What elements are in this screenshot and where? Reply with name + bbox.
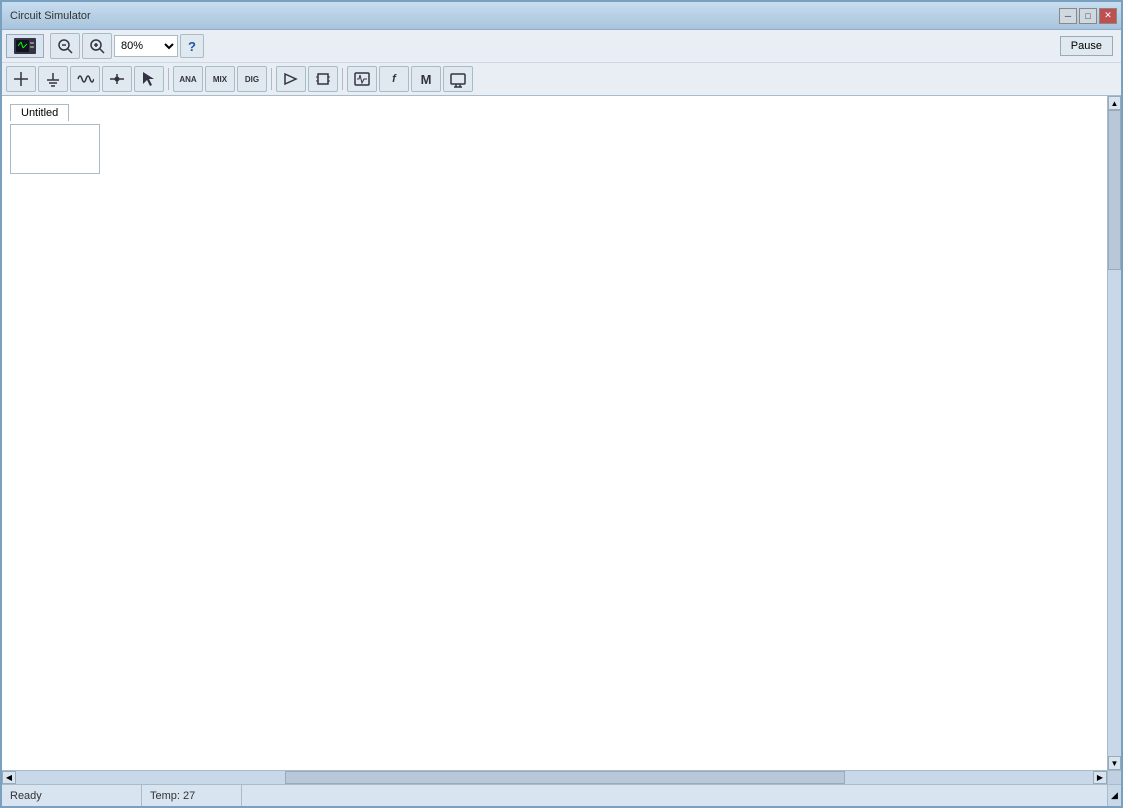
zoom-out-button[interactable] [50,33,80,59]
zoom-in-button[interactable] [82,33,112,59]
help-button[interactable]: ? [180,34,204,58]
toolbar-area: 80% 50% 60% 70% 90% 100% 125% 150% 200% … [2,30,1121,96]
ground-button[interactable] [38,66,68,92]
signal-source-button[interactable] [70,66,100,92]
hscroll-track[interactable] [16,771,1093,784]
analog-label: ANA [179,75,196,84]
digital-label: DIG [245,75,259,84]
display-button[interactable] [443,66,473,92]
mixed-button[interactable]: MIX [205,66,235,92]
vscroll-down-button[interactable]: ▼ [1108,756,1121,770]
hscroll-right-button[interactable]: ▶ [1093,771,1107,784]
add-wire-button[interactable] [6,66,36,92]
gate-icon [282,70,300,88]
signal-icon [76,70,94,88]
zoom-select[interactable]: 80% 50% 60% 70% 90% 100% 125% 150% 200% [114,35,178,57]
main-area: ⊕ ↔ Untitled ▲ ▼ [2,96,1121,784]
chip-button[interactable] [308,66,338,92]
toolbar-separator-2 [271,68,272,90]
func-button[interactable]: f [379,66,409,92]
title-bar-left: Circuit Simulator [6,10,91,22]
status-ready: Ready [2,785,142,806]
chip-icon [314,70,332,88]
main-window: Circuit Simulator ─ □ ✕ [0,0,1123,808]
toolbar-separator-1 [168,68,169,90]
node-icon [108,70,126,88]
hscroll-left-button[interactable]: ◀ [2,771,16,784]
digital-button[interactable]: DIG [237,66,267,92]
ground-icon [44,70,62,88]
display-icon [449,70,467,88]
app-title: Circuit Simulator [10,10,91,22]
status-bar: Ready Temp: 27 ◢ [2,784,1121,806]
toolbar-separator-3 [342,68,343,90]
canvas-tab[interactable]: Untitled [10,104,69,121]
scope-icon[interactable] [6,34,44,58]
oscilloscope-svg [14,38,36,54]
close-button[interactable]: ✕ [1099,8,1117,24]
title-bar-controls: ─ □ ✕ [1059,8,1117,24]
mixed-label: MIX [213,75,227,84]
node-button[interactable] [102,66,132,92]
scope-button[interactable] [347,66,377,92]
toolbar-row1: 80% 50% 60% 70% 90% 100% 125% 150% 200% … [2,30,1121,63]
func-label: f [392,73,396,85]
status-temp: Temp: 27 [142,785,242,806]
canvas-surface[interactable]: Untitled [2,96,1107,770]
restore-button[interactable]: □ [1079,8,1097,24]
canvas-panel [10,124,100,174]
scope-wave-icon [353,70,371,88]
measure-label: M [421,72,432,87]
vertical-scrollbar[interactable]: ▲ ▼ [1107,96,1121,770]
canvas-background[interactable]: Untitled [2,96,1107,770]
pause-button[interactable]: Pause [1060,36,1113,56]
vscroll-up-button[interactable]: ▲ [1108,96,1121,110]
status-resize-handle[interactable]: ◢ [1107,785,1121,806]
zoom-in-icon [89,38,105,54]
hscroll-thumb[interactable] [285,771,845,784]
temp-value: 27 [183,790,195,802]
zoom-out-icon [57,38,73,54]
gate-button[interactable] [276,66,306,92]
analog-button[interactable]: ANA [173,66,203,92]
add-wire-icon [12,70,30,88]
vscroll-thumb[interactable] [1108,110,1121,270]
vscroll-track[interactable] [1108,110,1121,756]
minimize-button[interactable]: ─ [1059,8,1077,24]
horizontal-scrollbar[interactable]: ◀ ▶ [2,770,1107,784]
scrollbar-corner [1107,770,1121,784]
temp-label: Temp: [150,790,180,802]
title-bar: Circuit Simulator ─ □ ✕ [2,2,1121,30]
measure-button[interactable]: M [411,66,441,92]
canvas-area: Untitled ▲ ▼ ◀ ▶ [2,96,1121,784]
cursor-button[interactable] [134,66,164,92]
cursor-icon [140,70,158,88]
toolbar-row2: ANA MIX DIG [2,63,1121,95]
ready-text: Ready [10,790,42,802]
